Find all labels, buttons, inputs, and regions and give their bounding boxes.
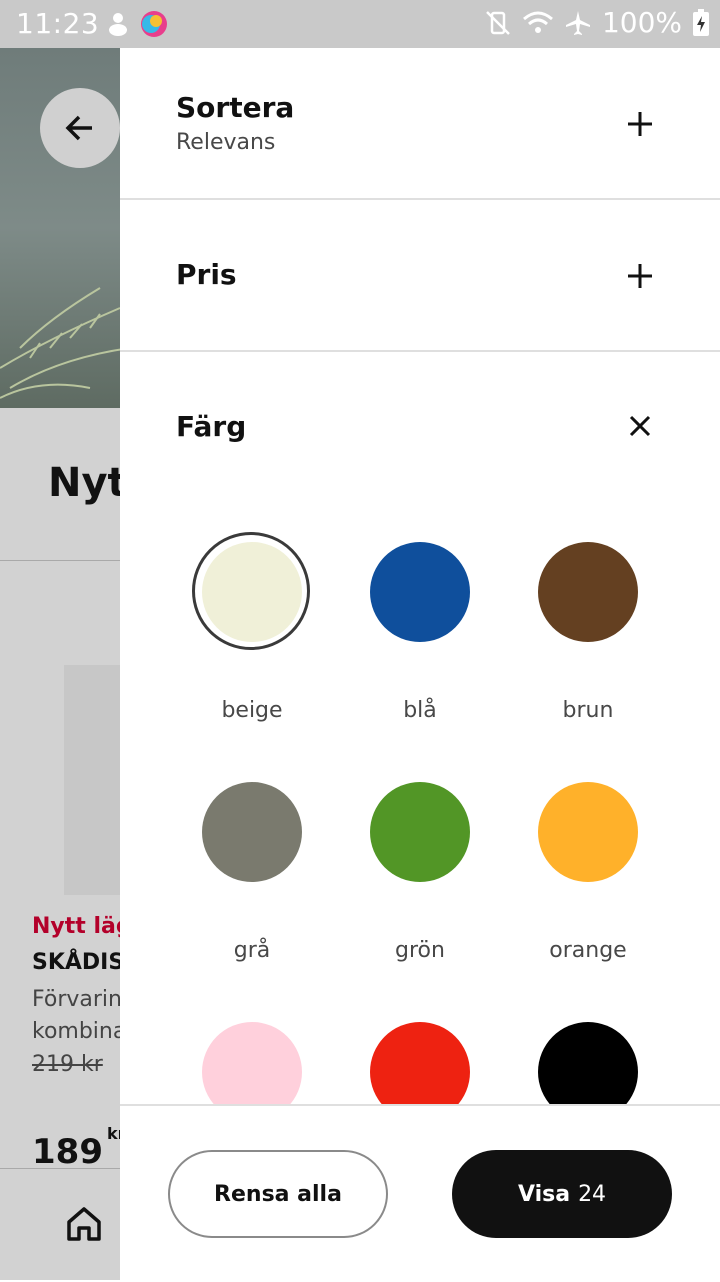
arrow-left-icon (65, 115, 92, 141)
app-notification-icon (141, 11, 167, 37)
clear-all-button[interactable]: Rensa alla (168, 1150, 388, 1238)
show-results-label: Visa (517, 1181, 571, 1207)
status-time: 11:23 (16, 7, 100, 40)
product-old-price: 219 kr (32, 1052, 103, 1077)
battery-icon (693, 8, 709, 36)
color-swatch-blue[interactable] (370, 542, 470, 642)
status-bar: 11:23 100% (0, 0, 720, 48)
color-swatch-brown[interactable] (538, 542, 638, 642)
color-label-green: grön (395, 938, 445, 963)
color-swatch-orange[interactable] (538, 782, 638, 882)
color-swatch-green[interactable] (370, 782, 470, 882)
sort-value: Relevans (176, 130, 276, 155)
color-title: Färg (176, 410, 247, 443)
sort-title: Sortera (176, 91, 295, 124)
close-icon[interactable] (628, 414, 652, 438)
color-label-grey: grå (233, 938, 271, 963)
product-badge: Nytt läg (32, 914, 132, 939)
color-section: Färg beige blå brun grå grön orange (120, 352, 720, 1122)
color-label-orange: orange (549, 938, 627, 963)
plus-icon[interactable] (626, 262, 654, 290)
product-price: 189 kr (32, 1124, 126, 1172)
product-name: SKÅDIS (32, 950, 125, 975)
color-label-blue: blå (403, 698, 437, 723)
show-results-button[interactable]: Visa 24 (452, 1150, 672, 1238)
vibrate-icon (486, 10, 510, 35)
color-label-brown: brun (562, 698, 614, 723)
color-swatch-grey[interactable] (202, 782, 302, 882)
price-section[interactable]: Pris (120, 200, 720, 350)
price-title: Pris (176, 258, 237, 291)
sort-section[interactable]: Sortera Relevans (120, 48, 720, 198)
battery-percent: 100% (601, 6, 682, 39)
filter-panel: Sortera Relevans Pris Färg beige blå bru… (120, 48, 720, 1282)
product-price-value: 189 (32, 1132, 103, 1172)
filter-footer: Rensa alla Visa 24 (120, 1104, 720, 1282)
plus-icon[interactable] (626, 110, 654, 138)
color-swatch-beige[interactable] (202, 542, 302, 642)
airplane-icon (565, 10, 590, 35)
plant-image (0, 287, 131, 399)
show-results-count: 24 (578, 1181, 607, 1207)
notification-icon (109, 13, 127, 36)
back-button[interactable] (40, 88, 120, 168)
wifi-icon (522, 11, 553, 33)
color-label-beige: beige (221, 698, 283, 723)
home-icon[interactable] (64, 1204, 104, 1244)
